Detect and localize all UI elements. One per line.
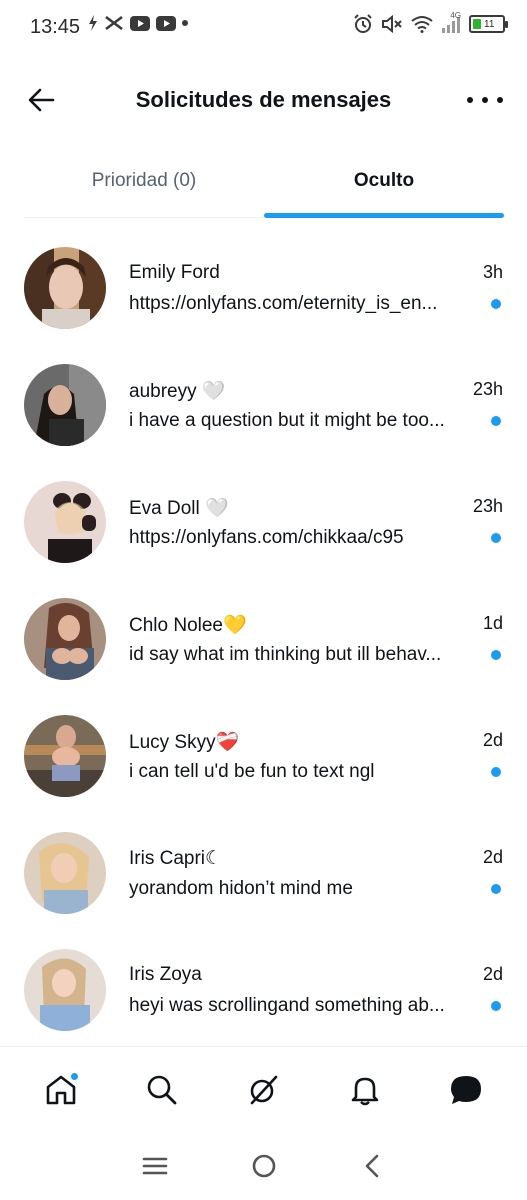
avatar <box>24 364 106 446</box>
status-left-icons <box>88 15 188 31</box>
unread-indicator <box>491 884 501 894</box>
bottom-navigation <box>0 1046 527 1132</box>
message-preview: https://onlyfans.com/chikkaa/c95 <box>129 527 404 548</box>
sender-name: Chlo Nolee💛 <box>129 615 247 636</box>
signal-icon: 4G <box>441 11 461 33</box>
system-home-button[interactable] <box>244 1146 284 1186</box>
unread-indicator <box>491 767 501 777</box>
timestamp: 1d <box>482 613 503 633</box>
avatar <box>24 481 106 563</box>
status-right-icons: 4G 11 <box>353 11 508 34</box>
sender-name: aubreyy 🤍 <box>129 381 226 402</box>
sender-name: Emily Ford <box>129 262 220 283</box>
timestamp: 23h <box>472 496 503 516</box>
nav-grok[interactable] <box>233 1060 293 1120</box>
home-circle-icon <box>252 1154 275 1178</box>
unread-indicator <box>491 650 501 660</box>
sender-name: Eva Doll 🤍 <box>129 498 229 519</box>
timestamp: 2d <box>482 730 503 750</box>
unread-indicator <box>491 416 501 426</box>
sender-name: Lucy Skyy❤️‍🩹 <box>129 732 240 753</box>
avatar <box>24 832 106 914</box>
tab-oculto[interactable]: Oculto <box>264 150 504 218</box>
more-dot <box>497 97 503 103</box>
unread-indicator <box>491 533 501 543</box>
messages-icon <box>451 1075 482 1104</box>
tab-label: Prioridad (0) <box>91 169 197 191</box>
status-time: 13:45 <box>30 16 81 38</box>
youtube-icon-2 <box>156 15 176 31</box>
tab-label: Oculto <box>353 169 415 191</box>
tab-bar: Prioridad (0) Oculto <box>24 150 504 218</box>
youtube-icon <box>130 15 150 31</box>
nav-search[interactable] <box>132 1060 192 1120</box>
message-request-list: Emily Ford 3h https://onlyfans.com/etern… <box>0 230 527 1049</box>
search-icon <box>147 1075 177 1104</box>
battery-fill <box>473 19 481 29</box>
more-notifications-dot-icon <box>182 20 188 26</box>
list-item[interactable]: aubreyy 🤍 23h i have a question but it m… <box>0 347 527 464</box>
mute-icon <box>381 14 403 34</box>
list-item[interactable]: Iris Capri☾ 2d yorandom hidon’t mind me <box>0 815 527 932</box>
more-dot <box>482 97 488 103</box>
tab-prioridad[interactable]: Prioridad (0) <box>24 150 264 217</box>
message-preview: i have a question but it might be too... <box>129 410 445 431</box>
timestamp: 23h <box>472 379 503 399</box>
home-notification-badge <box>69 1071 79 1081</box>
nav-messages[interactable] <box>436 1060 496 1120</box>
message-preview: id say what im thinking but ill behav... <box>129 644 442 665</box>
network-label: 4G <box>450 11 461 20</box>
unread-indicator <box>491 299 501 309</box>
system-back-button[interactable] <box>353 1146 393 1186</box>
capcut-icon <box>104 15 124 31</box>
unread-indicator <box>491 1001 501 1011</box>
timestamp: 3h <box>482 262 503 282</box>
system-navigation <box>0 1132 527 1200</box>
recent-apps-icon <box>142 1157 167 1175</box>
list-item[interactable]: Eva Doll 🤍 23h https://onlyfans.com/chik… <box>0 464 527 581</box>
message-preview: yorandom hidon’t mind me <box>129 878 353 899</box>
more-options-button[interactable] <box>467 88 503 112</box>
status-bar: 13:45 4G 11 <box>0 0 527 56</box>
list-item[interactable]: Chlo Nolee💛 1d id say what im thinking b… <box>0 581 527 698</box>
battery-icon: 11 <box>469 15 508 33</box>
avatar <box>24 949 106 1031</box>
avatar <box>24 247 106 329</box>
sender-name: Iris Zoya <box>129 964 202 985</box>
nav-notifications[interactable] <box>335 1060 395 1120</box>
message-preview: heyi was scrollingand something ab... <box>129 995 445 1016</box>
more-dots-icon <box>467 97 473 103</box>
sender-name: Iris Capri☾ <box>129 848 223 869</box>
avatar <box>24 598 106 680</box>
charging-bolt-icon <box>88 15 98 31</box>
nav-home[interactable] <box>31 1060 91 1120</box>
list-item[interactable]: Iris Zoya 2d heyi was scrollingand somet… <box>0 932 527 1049</box>
message-preview: i can tell u'd be fun to text ngl <box>129 761 375 782</box>
battery-level: 11 <box>484 18 495 30</box>
list-item[interactable]: Lucy Skyy❤️‍🩹 2d i can tell u'd be fun t… <box>0 698 527 815</box>
grok-icon <box>251 1075 278 1104</box>
timestamp: 2d <box>482 847 503 867</box>
bell-icon <box>351 1077 379 1105</box>
alarm-icon <box>353 14 373 34</box>
active-tab-indicator <box>264 213 504 218</box>
back-chevron-icon <box>365 1154 378 1178</box>
timestamp: 2d <box>482 964 503 984</box>
list-item[interactable]: Emily Ford 3h https://onlyfans.com/etern… <box>0 230 527 347</box>
avatar <box>24 715 106 797</box>
message-preview: https://onlyfans.com/eternity_is_en... <box>129 293 438 314</box>
header: Solicitudes de mensajes <box>0 70 527 130</box>
page-title: Solicitudes de mensajes <box>135 87 392 112</box>
wifi-icon <box>411 15 433 33</box>
recent-apps-button[interactable] <box>135 1146 175 1186</box>
